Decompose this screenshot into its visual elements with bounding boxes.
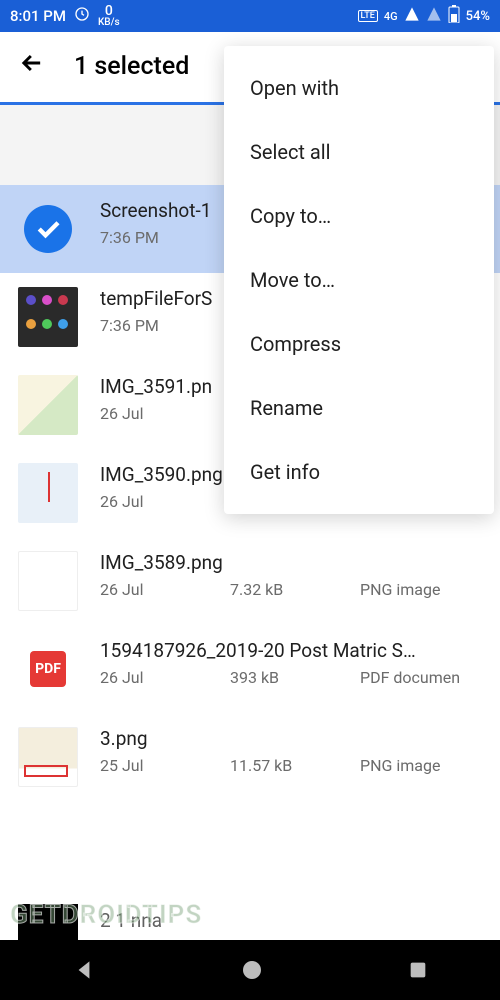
file-thumbnail[interactable]: PDF — [30, 651, 66, 687]
volte-icon: LTE — [358, 10, 378, 22]
file-thumbnail[interactable] — [18, 463, 78, 523]
battery-percent: 54% — [466, 9, 490, 24]
file-size: 393 kB — [230, 668, 350, 687]
sync-icon — [74, 6, 90, 26]
file-info: 1594187926_2019-20 Post Matric S… 26 Jul 3… — [100, 639, 482, 687]
file-name: IMG_3589.png — [100, 551, 482, 574]
file-meta: 26 Jul 7.32 kB PNG image — [100, 580, 482, 599]
network-type: 4G — [384, 10, 398, 23]
signal-icon-2 — [426, 6, 442, 26]
menu-item-select-all[interactable]: Select all — [224, 120, 494, 184]
context-menu: Open withSelect allCopy to…Move to…Compr… — [224, 46, 494, 514]
file-meta: 26 Jul 393 kB PDF documen — [100, 668, 482, 687]
menu-item-compress[interactable]: Compress — [224, 312, 494, 376]
nav-recent-icon[interactable] — [407, 959, 429, 981]
file-thumbnail[interactable] — [18, 375, 78, 435]
file-info: IMG_3589.png 26 Jul 7.32 kB PNG image — [100, 551, 482, 599]
menu-item-move-to[interactable]: Move to… — [224, 248, 494, 312]
file-date: 25 Jul — [100, 756, 220, 775]
file-thumbnail[interactable] — [18, 727, 78, 787]
network-speed: 0 KB/s — [98, 4, 120, 28]
menu-item-open-with[interactable]: Open with — [224, 56, 494, 120]
file-meta: 25 Jul 11.57 kB PNG image — [100, 756, 482, 775]
status-bar: 8:01 PM 0 KB/s LTE 4G 54% — [0, 0, 500, 32]
menu-item-get-info[interactable]: Get info — [224, 440, 494, 504]
menu-item-copy-to[interactable]: Copy to… — [224, 184, 494, 248]
file-date: 26 Jul — [100, 668, 220, 687]
file-item[interactable]: PDF 1594187926_2019-20 Post Matric S… 26 J… — [0, 625, 500, 713]
nav-back-icon[interactable] — [71, 957, 97, 983]
file-name: 3.png — [100, 727, 482, 750]
selected-check-icon[interactable] — [24, 205, 72, 253]
file-date: 26 Jul — [100, 492, 220, 511]
file-item[interactable]: 3.png 25 Jul 11.57 kB PNG image — [0, 713, 500, 801]
file-info: 3.png 25 Jul 11.57 kB PNG image — [100, 727, 482, 775]
menu-item-rename[interactable]: Rename — [224, 376, 494, 440]
page-title: 1 selected — [74, 52, 189, 81]
file-date: 26 Jul — [100, 404, 220, 423]
file-size: 11.57 kB — [230, 756, 350, 775]
file-date: 26 Jul — [100, 580, 220, 599]
watermark: GETDROIDTIPS — [10, 900, 202, 930]
file-type: PNG image — [360, 580, 482, 599]
back-arrow-icon[interactable] — [18, 49, 46, 84]
file-type: PNG image — [360, 756, 482, 775]
file-item[interactable]: IMG_3589.png 26 Jul 7.32 kB PNG image — [0, 537, 500, 625]
file-size: 7.32 kB — [230, 580, 350, 599]
file-date: 7:36 PM — [100, 316, 220, 335]
status-time: 8:01 PM — [10, 7, 66, 25]
file-thumbnail[interactable] — [18, 551, 78, 611]
file-name: 1594187926_2019-20 Post Matric S… — [100, 639, 482, 662]
signal-icon — [404, 6, 420, 26]
nav-home-icon[interactable] — [240, 958, 264, 982]
file-date: 7:36 PM — [100, 228, 220, 247]
file-type: PDF documen — [360, 668, 482, 687]
file-thumbnail[interactable] — [18, 287, 78, 347]
battery-icon — [448, 5, 460, 27]
android-nav-bar — [0, 940, 500, 1000]
